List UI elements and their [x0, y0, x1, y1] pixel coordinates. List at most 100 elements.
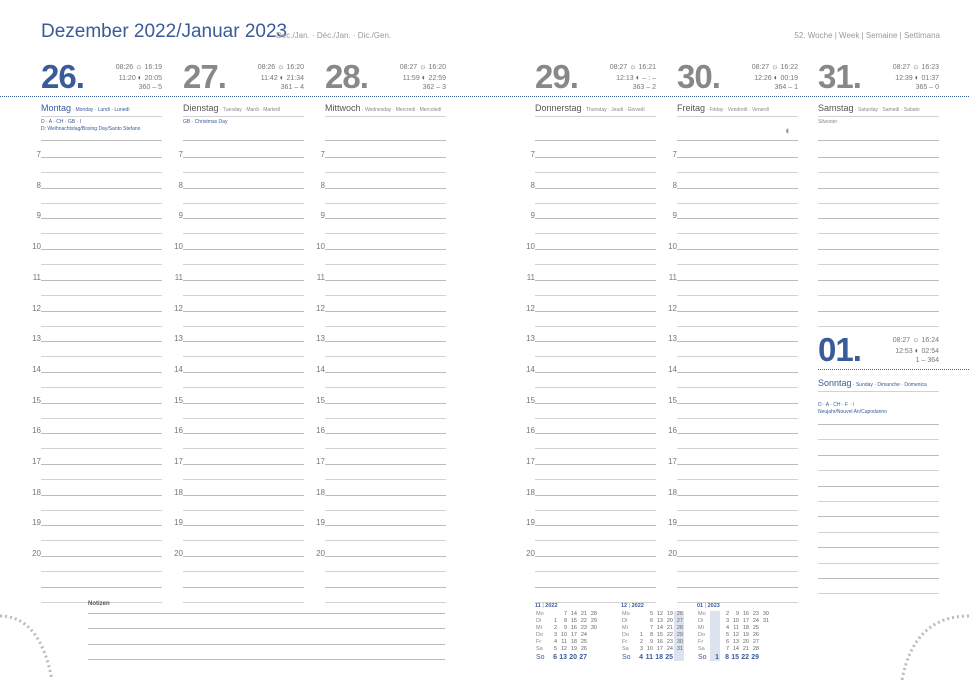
mini-calendar-row: Do 1 8 15 22 29: [621, 632, 684, 640]
hour-line: [325, 556, 446, 558]
calendar-day: [760, 632, 770, 639]
weekday-label: Sa: [536, 646, 543, 653]
hour-line: [183, 218, 304, 220]
hour-line: [535, 402, 656, 404]
hour-label: 18: [668, 487, 677, 497]
half-hour-line: [677, 448, 798, 450]
half-hour-line: [535, 540, 656, 542]
day-name: Dienstag · Tuesday · Mardi · Martedì: [183, 103, 280, 113]
calendar-day: [760, 625, 770, 632]
half-hour-line: [535, 233, 656, 235]
calendar-day: 26: [674, 611, 684, 619]
half-hour-line: [41, 356, 162, 358]
hour-label: 16: [316, 426, 325, 436]
calendar-day: [634, 611, 644, 618]
calendar-day: 16: [742, 611, 749, 617]
day-name: Donnerstag · Thursday · Jeudi · Giovedì: [535, 103, 645, 113]
hour-label: 11: [668, 272, 677, 282]
notes-line: [88, 658, 445, 660]
calendar-day: 2: [639, 639, 643, 646]
calendar-day: 25: [752, 625, 759, 632]
hour-line: [535, 556, 656, 558]
hour-label: 8: [320, 180, 325, 190]
calendar-day: 19: [570, 646, 577, 653]
half-hour-line: [41, 417, 162, 419]
half-hour-line: [325, 601, 446, 603]
sunset: 16:22: [780, 64, 798, 71]
mini-calendar-row: So 6 13 20 27: [535, 654, 598, 661]
calendar-day: 11: [561, 639, 567, 646]
hour-line: [325, 433, 446, 435]
holiday-line: [818, 140, 939, 141]
hour-line: [183, 464, 304, 465]
hour-line: [535, 525, 656, 527]
half-hour-line: [535, 417, 656, 419]
day-of-year-index: 361 – 4: [280, 84, 304, 91]
hour-line: [41, 402, 162, 404]
calendar-day: 11: [645, 653, 653, 661]
mini-calendar-row: Sa 5 12 19 26: [535, 646, 598, 653]
mini-calendar-title: 12 | 2022: [621, 603, 644, 609]
hour-label: 13: [526, 334, 535, 344]
calendar-day: 23: [580, 625, 587, 632]
hour-label: 14: [32, 364, 41, 374]
hour-line: [41, 464, 162, 465]
mini-calendar-row: Mo 7 14 21 28: [535, 611, 598, 618]
day-name-underline: [41, 116, 162, 117]
calendar-day: 23: [666, 639, 673, 646]
calendar-day: [760, 639, 770, 646]
hour-label: 10: [174, 242, 183, 252]
calendar-day: 6: [649, 618, 653, 625]
hour-line: [325, 525, 446, 527]
hour-line: [325, 371, 446, 373]
hour-label: 19: [316, 518, 325, 528]
half-hour-line: [677, 264, 798, 266]
hour-label: 8: [530, 180, 535, 190]
mini-calendar-row: Mo 5 12 19 26: [621, 611, 684, 619]
hour-line: [183, 279, 304, 281]
weekday-label: Do: [622, 632, 630, 639]
calendar-day: 21: [666, 625, 673, 632]
sun-times: 08:27 ☼ 16:23: [891, 62, 939, 73]
hour-label: 14: [174, 364, 183, 374]
calendar-day: 28: [590, 611, 597, 617]
half-hour-line: [535, 172, 656, 173]
hour-label: 20: [316, 549, 325, 559]
hour-label: 17: [526, 457, 535, 466]
hour-line: [677, 310, 798, 312]
hour-line: [325, 494, 446, 496]
day-name-underline: [535, 116, 656, 117]
hour-label: 13: [668, 334, 677, 344]
hour-label: 7: [672, 150, 677, 159]
mini-calendar-row: Fr 4 11 18 25: [535, 639, 598, 646]
hour-line: [677, 586, 798, 588]
mini-calendar-row: Mi 4 11 18 25: [697, 625, 770, 633]
calendar-day: [588, 632, 598, 639]
hour-line: [325, 279, 446, 281]
half-hour-line: [535, 264, 656, 266]
hour-line: [183, 556, 304, 558]
hour-line: [535, 586, 656, 588]
half-hour-line: [325, 172, 446, 173]
hour-line: [535, 187, 656, 189]
holiday-line: [183, 140, 304, 141]
sun-moon-times: 08:27 ☼ 16:21 12:13 ◐ – : –: [608, 62, 656, 84]
day-number: 29.: [535, 58, 579, 95]
writing-line: [818, 593, 939, 595]
mini-calendar-row: Mi 2 9 16 23 30: [535, 625, 598, 632]
hour-label: 12: [32, 303, 41, 313]
moonset: 22:59: [428, 75, 446, 82]
hour-label: 18: [316, 487, 325, 497]
mini-calendar-row: So 1 8 15 22 29: [697, 653, 770, 661]
half-hour-line: [41, 571, 162, 573]
sun-moon-times: 08:26 ☼ 16:20 11:42 ◐ 21:34: [256, 62, 304, 84]
writing-line: [818, 264, 939, 266]
calendar-day: 15: [731, 653, 739, 661]
hour-line: [535, 494, 656, 496]
calendar-day: 31: [674, 646, 684, 654]
mini-calendar-row: Mi 7 14 21 28: [621, 625, 684, 633]
hour-line: [677, 556, 798, 558]
hour-label: 14: [316, 364, 325, 374]
half-hour-line: [677, 356, 798, 358]
hour-label: 17: [316, 457, 325, 466]
